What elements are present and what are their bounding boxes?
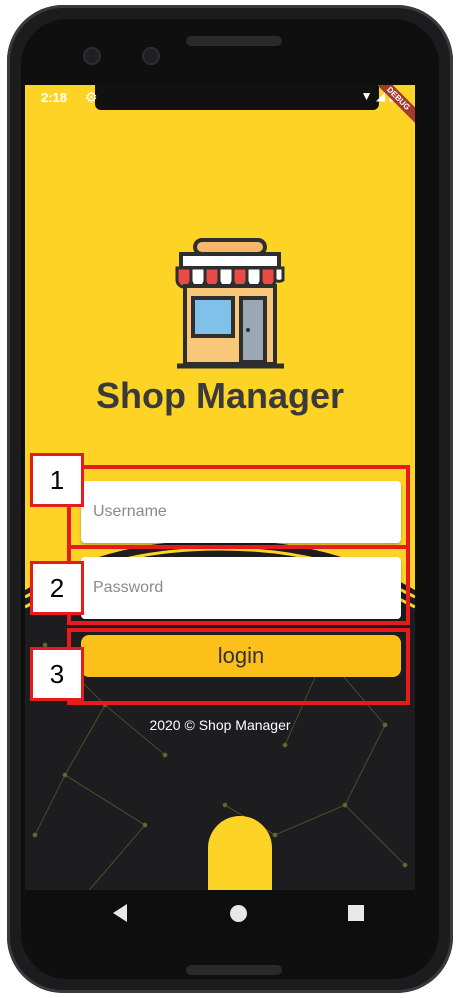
earpiece-speaker xyxy=(186,36,282,46)
wifi-icon: ▼ xyxy=(360,89,373,103)
annotation-label-3: 3 xyxy=(30,647,84,701)
status-bar: 2:18 ⚙ ▼ ◢ ▮ DEBUG xyxy=(25,85,415,130)
annotation-box-password xyxy=(67,545,410,625)
android-nav-bar xyxy=(25,890,415,940)
nav-back-icon[interactable] xyxy=(113,904,127,922)
display-cutout xyxy=(95,85,379,110)
nav-home-icon[interactable] xyxy=(230,905,247,922)
app-title: Shop Manager xyxy=(95,375,345,416)
bottom-speaker xyxy=(186,965,282,975)
nav-recent-icon[interactable] xyxy=(348,905,364,921)
annotation-label-1: 1 xyxy=(30,453,84,507)
settings-gear-icon: ⚙ xyxy=(85,89,98,105)
footer-copyright: 2020 © Shop Manager xyxy=(149,717,291,733)
status-time: 2:18 xyxy=(41,90,68,105)
annotation-box-username xyxy=(67,465,410,549)
front-camera-icon xyxy=(83,47,101,65)
annotation-label-2: 2 xyxy=(30,561,84,615)
shop-logo-icon xyxy=(175,238,285,369)
annotation-box-login xyxy=(67,628,410,705)
decorative-arch xyxy=(208,816,272,896)
front-sensor-icon xyxy=(142,47,160,65)
